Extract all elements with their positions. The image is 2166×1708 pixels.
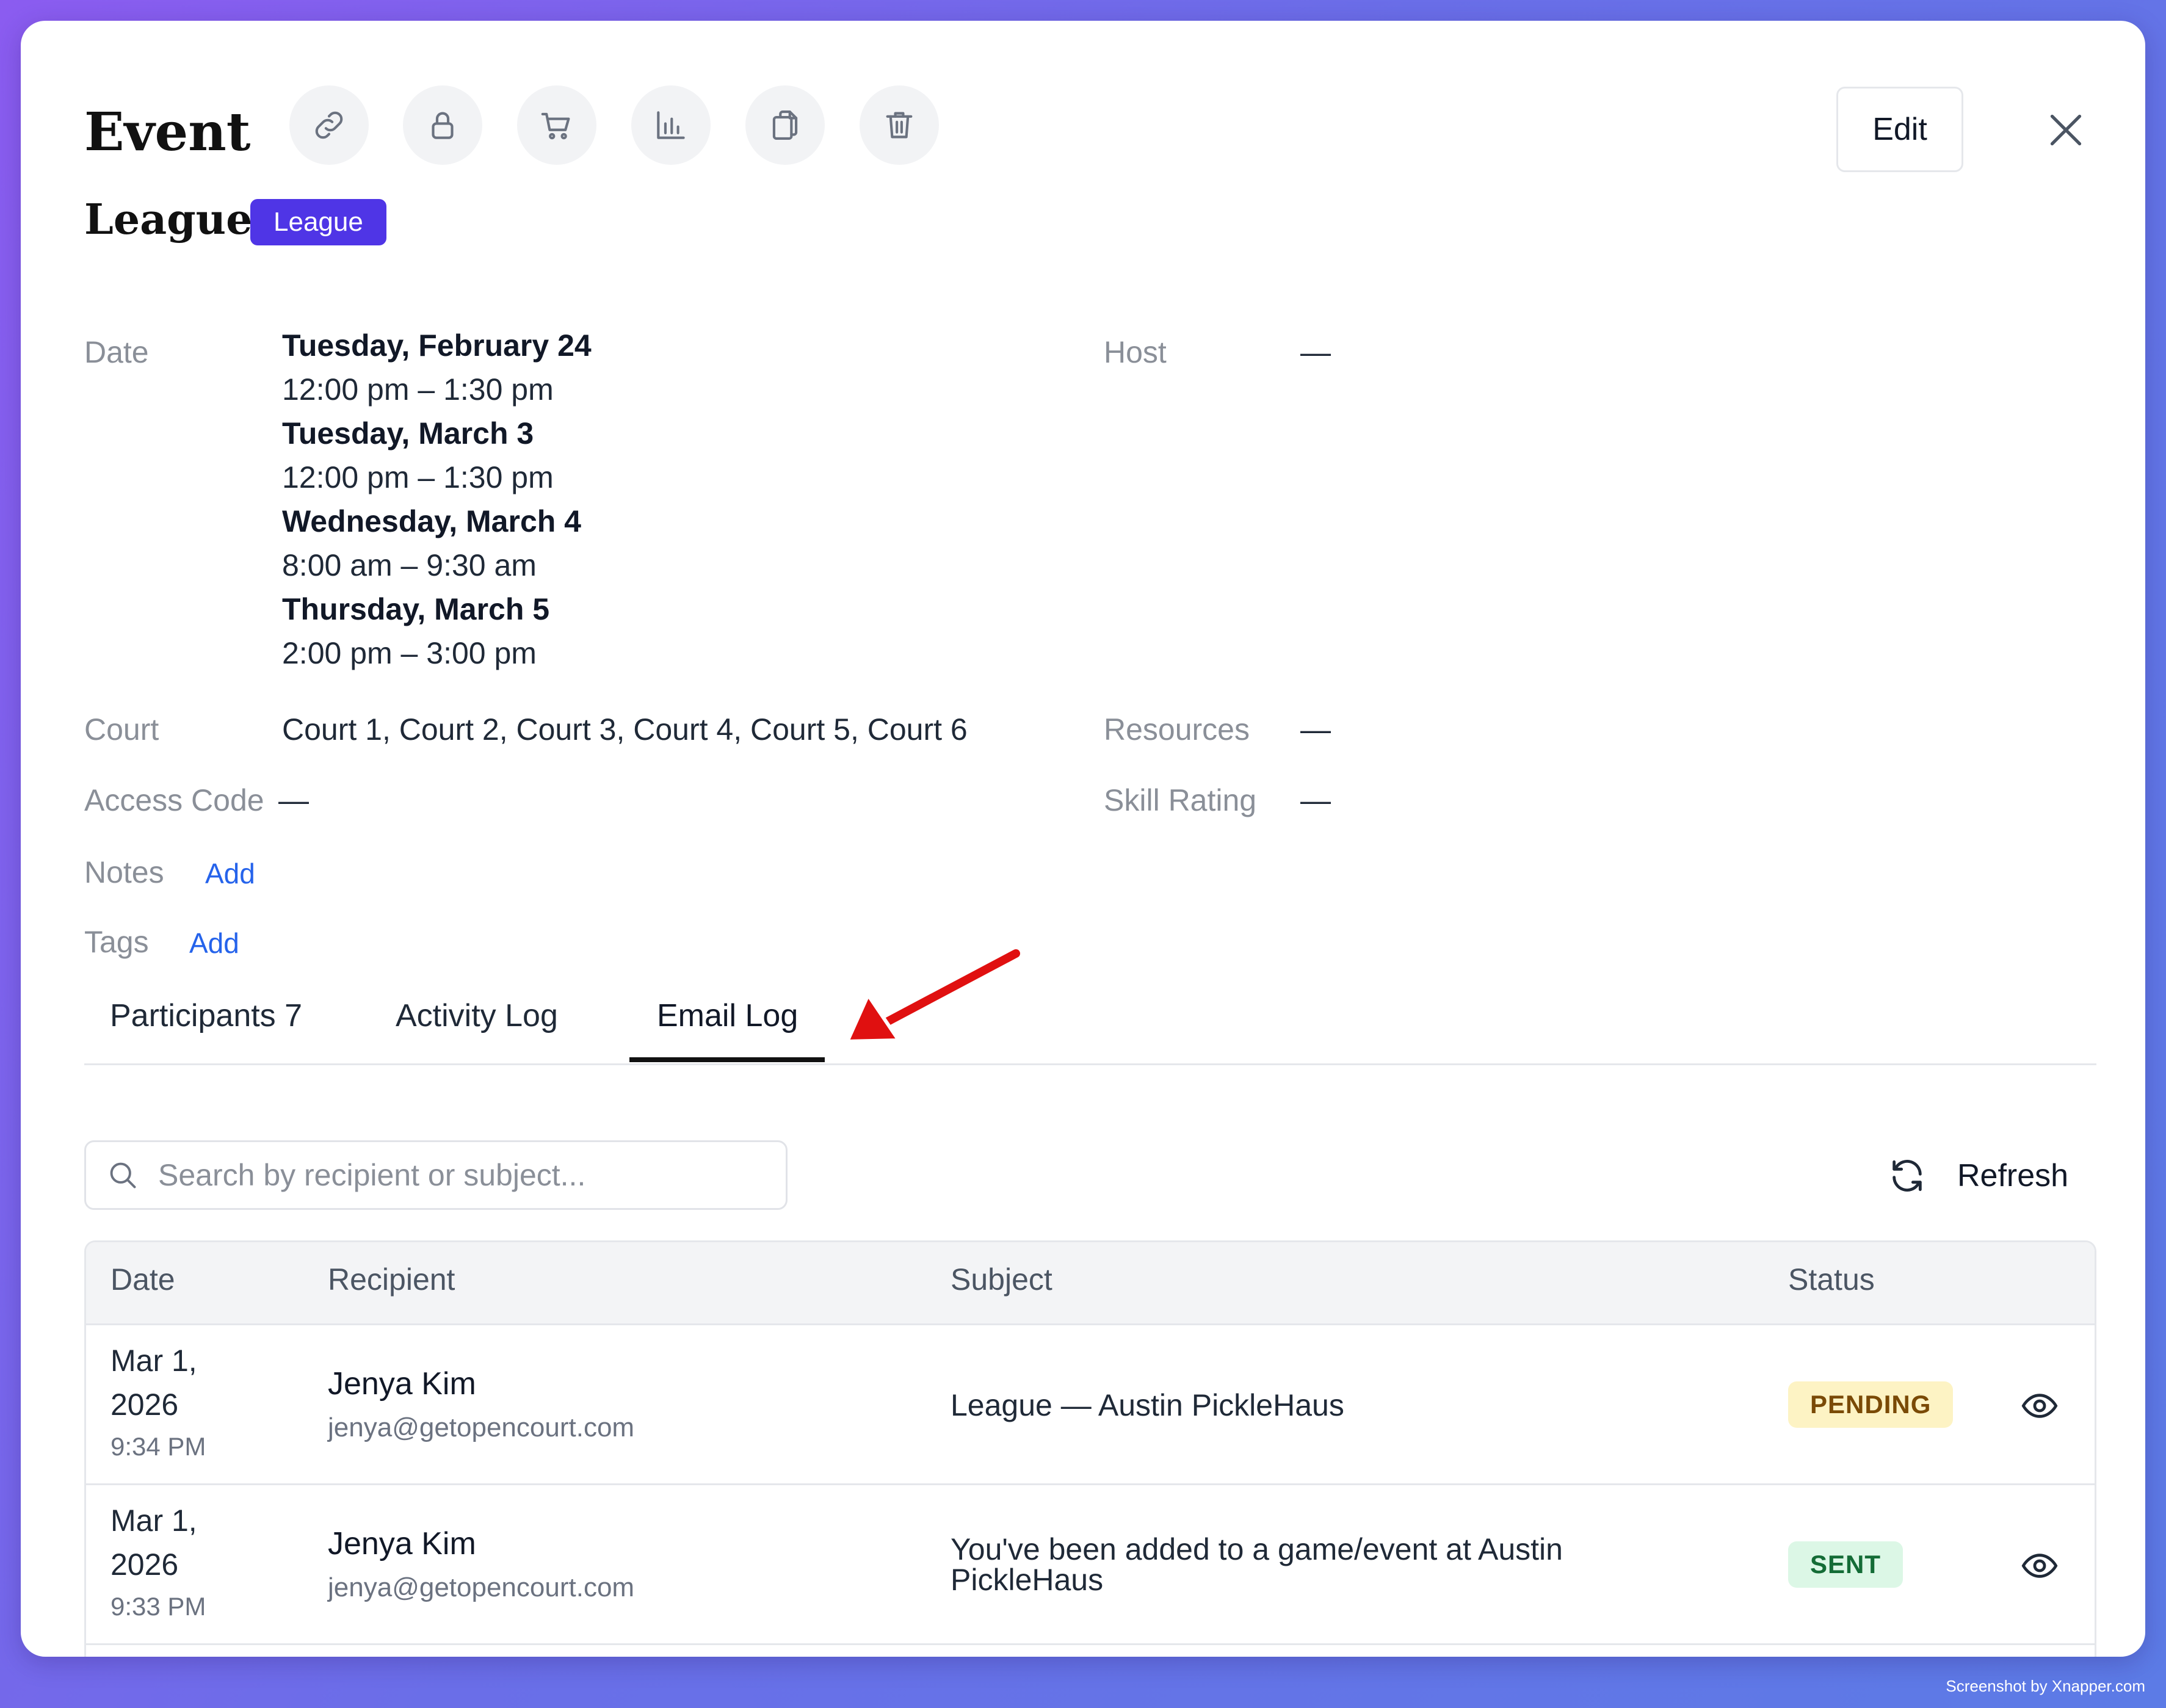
row-date: Mar 1, 2026: [110, 1499, 197, 1587]
column-header-recipient: Recipient: [328, 1262, 455, 1297]
edit-button[interactable]: Edit: [1836, 87, 1963, 172]
table-row[interactable]: Mar 1, 2026 9:34 PM Jenya Kim jenya@geto…: [86, 1325, 2095, 1485]
add-tags-link[interactable]: Add: [189, 929, 239, 957]
host-label: Host: [1104, 335, 1167, 369]
close-icon: [2050, 114, 2082, 146]
access-code-label: Access Code: [84, 783, 264, 817]
schedule-day: Wednesday, March 4: [282, 504, 581, 538]
tabs-divider: [84, 1063, 2096, 1065]
modal-title: Event: [84, 101, 251, 163]
tab-activity-log[interactable]: Activity Log: [396, 1000, 558, 1032]
email-subject: League — Austin PickleHaus: [951, 1388, 1344, 1422]
view-email-icon[interactable]: [2020, 1386, 2059, 1425]
column-header-date: Date: [110, 1262, 175, 1297]
row-date: Mar 1, 2026: [110, 1339, 197, 1427]
schedule-time: 2:00 pm – 3:00 pm: [282, 636, 537, 670]
tags-label: Tags: [84, 925, 149, 959]
email-subject: You've been added to a game/event at Aus…: [951, 1532, 1563, 1597]
refresh-button[interactable]: Refresh: [1888, 1151, 2068, 1200]
annotation-arrow: [846, 946, 1024, 1043]
row-time: 9:33 PM: [110, 1592, 206, 1621]
search-icon: [110, 1162, 136, 1189]
view-email-icon[interactable]: [2020, 1546, 2059, 1585]
link-icon: [315, 111, 343, 139]
recipient-email: jenya@getopencourt.com: [328, 1413, 635, 1442]
active-tab-indicator: [629, 1057, 825, 1062]
table-header: Date Recipient Subject Status: [86, 1242, 2095, 1325]
skill-rating-label: Skill Rating: [1104, 783, 1257, 817]
table-row[interactable]: Mar 1, 2026 9:33 PM Jenya Kim jenya@geto…: [86, 1485, 2095, 1645]
copy-icon: [772, 110, 798, 140]
cart-button[interactable]: [517, 85, 596, 165]
court-value: Court 1, Court 2, Court 3, Court 4, Cour…: [282, 712, 968, 747]
trash-icon: [886, 112, 913, 139]
column-header-subject: Subject: [951, 1262, 1052, 1297]
status-badge: SENT: [1788, 1541, 1903, 1588]
delete-button[interactable]: [860, 85, 939, 165]
access-code-value: —: [278, 783, 309, 817]
add-notes-link[interactable]: Add: [205, 859, 255, 888]
notes-label: Notes: [84, 855, 164, 889]
recipient-name: Jenya Kim: [328, 1526, 476, 1561]
skill-rating-value: —: [1300, 783, 1331, 817]
duplicate-button[interactable]: [745, 85, 825, 165]
event-name: League: [84, 195, 253, 244]
row-date-line2: 2026: [110, 1388, 179, 1422]
row-date-line1: Mar 1,: [110, 1504, 197, 1538]
tab-participants[interactable]: Participants 7: [110, 1000, 302, 1032]
schedule-time: 8:00 am – 9:30 am: [282, 548, 537, 582]
search-input[interactable]: [157, 1157, 770, 1193]
cart-icon: [541, 112, 570, 140]
row-time: 9:34 PM: [110, 1432, 206, 1461]
schedule-day: Tuesday, March 3: [282, 416, 534, 451]
search-box[interactable]: [84, 1140, 788, 1210]
lock-icon: [432, 112, 454, 139]
refresh-icon: [1893, 1160, 1922, 1192]
schedule-time: 12:00 pm – 1:30 pm: [282, 372, 554, 407]
event-modal: Event Edit League League Date Tuesday, F…: [21, 21, 2145, 1657]
row-date-line2: 2026: [110, 1547, 179, 1582]
copy-link-button[interactable]: [289, 85, 369, 165]
schedule-time: 12:00 pm – 1:30 pm: [282, 460, 554, 494]
column-header-status: Status: [1788, 1262, 1875, 1297]
tab-email-log[interactable]: Email Log: [657, 1000, 798, 1032]
close-button[interactable]: [2038, 103, 2093, 157]
resources-label: Resources: [1104, 712, 1250, 747]
court-label: Court: [84, 712, 159, 747]
schedule-list: Tuesday, February 24 12:00 pm – 1:30 pm …: [282, 324, 893, 675]
bar-chart-icon: [657, 111, 685, 139]
email-log-table: Date Recipient Subject Status Mar 1, 202…: [84, 1240, 2096, 1657]
status-badge: PENDING: [1788, 1381, 1954, 1428]
stats-button[interactable]: [631, 85, 711, 165]
row-date-line1: Mar 1,: [110, 1344, 197, 1378]
lock-button[interactable]: [403, 85, 482, 165]
resources-value: —: [1300, 712, 1331, 747]
date-label: Date: [84, 335, 149, 369]
recipient-name: Jenya Kim: [328, 1366, 476, 1402]
event-type-badge: League: [250, 199, 386, 245]
recipient-email: jenya@getopencourt.com: [328, 1572, 635, 1602]
schedule-day: Thursday, March 5: [282, 592, 550, 626]
schedule-day: Tuesday, February 24: [282, 328, 592, 363]
host-value: —: [1300, 335, 1331, 369]
refresh-label: Refresh: [1957, 1158, 2069, 1193]
watermark: Screenshot by Xnapper.com: [1946, 1677, 2145, 1695]
